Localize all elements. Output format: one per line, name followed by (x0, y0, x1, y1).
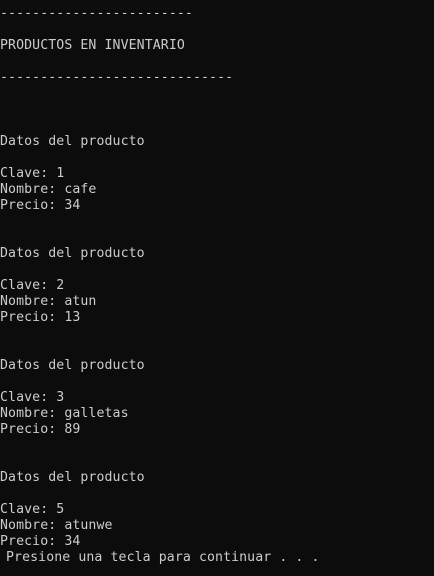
product-clave: Clave: 5 (0, 502, 65, 517)
product-section-title: Datos del producto (0, 358, 145, 373)
separator-bottom: ----------------------------- (0, 70, 234, 85)
product-clave: Clave: 1 (0, 166, 65, 181)
separator-top: ------------------------ (0, 6, 193, 21)
product-nombre: Nombre: galletas (0, 406, 129, 421)
product-nombre: Nombre: atunwe (0, 518, 113, 533)
product-precio: Precio: 13 (0, 310, 81, 325)
product-section-title: Datos del producto (0, 134, 145, 149)
product-nombre: Nombre: cafe (0, 182, 97, 197)
console-window[interactable]: ------------------------ PRODUCTOS EN IN… (0, 0, 434, 576)
product-precio: Precio: 89 (0, 422, 81, 437)
product-clave: Clave: 3 (0, 390, 65, 405)
product-section-title: Datos del producto (0, 470, 145, 485)
product-nombre: Nombre: atun (0, 294, 97, 309)
product-precio: Precio: 34 (0, 534, 81, 549)
product-section-title: Datos del producto (0, 246, 145, 261)
inventory-heading: PRODUCTOS EN INVENTARIO (0, 38, 185, 53)
product-clave: Clave: 2 (0, 278, 65, 293)
continue-prompt: Presione una tecla para continuar . . . (6, 550, 320, 565)
product-precio: Precio: 34 (0, 198, 81, 213)
